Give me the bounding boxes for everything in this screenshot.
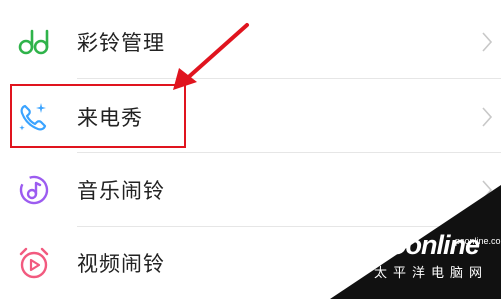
list-item-label: 彩铃管理 bbox=[77, 31, 165, 55]
divider bbox=[77, 78, 501, 79]
annotation-highlight-box bbox=[10, 84, 186, 148]
watermark-url: pconline.com.cn bbox=[455, 236, 501, 246]
ringback-tone-icon bbox=[16, 24, 52, 60]
watermark-subtitle: 太平洋电脑网 bbox=[374, 266, 489, 281]
chevron-right-icon bbox=[482, 32, 493, 52]
music-note-icon bbox=[16, 172, 52, 208]
video-alarm-icon bbox=[16, 245, 52, 281]
list-item-label: 视频闹铃 bbox=[77, 252, 165, 276]
list-item-label: 音乐闹铃 bbox=[77, 179, 165, 203]
annotation-arrow-icon bbox=[173, 23, 249, 90]
list-item-music-alarm[interactable]: 音乐闹铃 bbox=[0, 153, 501, 227]
chevron-right-icon bbox=[482, 180, 493, 200]
chevron-right-icon bbox=[482, 107, 493, 127]
